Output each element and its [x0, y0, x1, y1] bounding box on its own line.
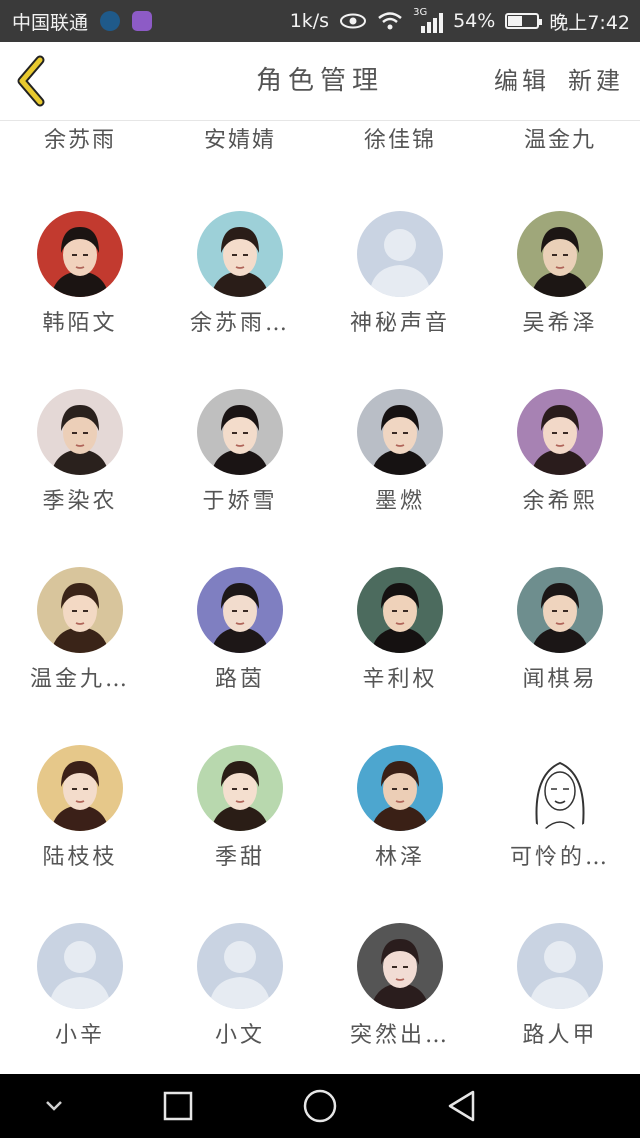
character-avatar[interactable]	[37, 389, 123, 475]
character-name: 墨燃	[374, 489, 425, 514]
character-name: 林泽	[374, 845, 425, 870]
character-avatar[interactable]	[197, 745, 283, 831]
carrier-label: 中国联通	[12, 11, 89, 34]
character-avatar[interactable]	[517, 745, 603, 831]
character-grid[interactable]: 余苏雨 安婧婧 徐佳锦 温金九 韩陌文 余苏雨… 神秘声音 吴希泽季染农 于娇雪 墨燃 余希…	[0, 121, 640, 1074]
character-avatar[interactable]	[357, 923, 443, 1009]
character-name: 季染农	[42, 489, 118, 514]
character-name: 路人甲	[522, 1023, 598, 1048]
battery-icon	[505, 13, 543, 29]
character-name: 辛利权	[362, 667, 438, 692]
character-card[interactable]: 季甜	[160, 745, 320, 923]
network-speed: 1k/s	[289, 10, 330, 32]
character-row: 小辛 小文 突然出… 路人甲	[0, 923, 640, 1074]
character-name: 闻棋易	[522, 667, 598, 692]
character-card[interactable]: 小文	[160, 923, 320, 1074]
character-avatar[interactable]	[357, 567, 443, 653]
character-card[interactable]: 神秘声音	[320, 211, 480, 389]
nav-recents-button[interactable]	[138, 1074, 218, 1138]
character-card[interactable]: 路人甲	[480, 923, 640, 1074]
nav-back-button[interactable]	[422, 1074, 502, 1138]
signal-icon: 3G	[413, 7, 444, 33]
character-card[interactable]: 可怜的…	[480, 745, 640, 923]
character-name: 韩陌文	[42, 311, 118, 336]
eye-comfort-icon	[340, 13, 367, 29]
character-name: 可怜的…	[509, 845, 610, 870]
character-row: 温金九… 路茵 辛利权 闻棋易	[0, 567, 640, 745]
status-bar-left: 中国联通	[12, 0, 153, 42]
character-name: 季甜	[214, 845, 265, 870]
character-name: 吴希泽	[522, 311, 598, 336]
character-name: 神秘声音	[349, 311, 450, 336]
character-row: 季染农 于娇雪 墨燃 余希熙	[0, 389, 640, 567]
character-card[interactable]: 季染农	[0, 389, 160, 567]
character-avatar[interactable]	[517, 567, 603, 653]
character-name: 温金九…	[29, 667, 130, 692]
character-avatar[interactable]	[37, 211, 123, 297]
character-card[interactable]: 余苏雨…	[160, 211, 320, 389]
character-name: 路茵	[214, 667, 265, 692]
character-card[interactable]: 墨燃	[320, 389, 480, 567]
circle-icon	[303, 1089, 337, 1123]
gallery-notification-icon	[132, 11, 153, 31]
notification-app-icon	[100, 11, 121, 31]
default-avatar-icon[interactable]	[517, 923, 603, 1009]
status-bar: 中国联通 1k/s 3G 54% 晚上7:42	[0, 0, 640, 42]
character-card[interactable]: 突然出…	[320, 923, 480, 1074]
edit-button[interactable]: 编辑	[494, 42, 550, 120]
app-header: 角色管理 编辑 新建	[0, 42, 640, 121]
character-card[interactable]: 韩陌文	[0, 211, 160, 389]
character-avatar[interactable]	[357, 389, 443, 475]
character-card[interactable]: 陆枝枝	[0, 745, 160, 923]
character-row: 陆枝枝 季甜 林泽 可怜的…	[0, 745, 640, 923]
character-name: 余希熙	[522, 489, 598, 514]
character-card[interactable]: 于娇雪	[160, 389, 320, 567]
character-card[interactable]: 小辛	[0, 923, 160, 1074]
character-name[interactable]: 安婧婧	[160, 121, 320, 161]
character-rows: 韩陌文 余苏雨… 神秘声音 吴希泽季染农 于娇雪 墨燃 余希熙温金九… 路茵 辛利权 闻棋易陆枝枝…	[0, 211, 640, 1074]
character-card[interactable]: 闻棋易	[480, 567, 640, 745]
character-card[interactable]: 林泽	[320, 745, 480, 923]
character-card[interactable]: 吴希泽	[480, 211, 640, 389]
character-name[interactable]: 徐佳锦	[320, 121, 480, 161]
character-name: 余苏雨…	[189, 311, 290, 336]
chevron-down-icon	[46, 1101, 62, 1111]
character-avatar[interactable]	[517, 389, 603, 475]
character-name: 陆枝枝	[42, 845, 118, 870]
character-avatar[interactable]	[197, 567, 283, 653]
battery-percent: 54%	[453, 10, 496, 32]
character-avatar[interactable]	[37, 567, 123, 653]
character-name: 小辛	[54, 1023, 105, 1048]
partial-row-names: 余苏雨 安婧婧 徐佳锦 温金九	[0, 121, 640, 161]
triangle-back-icon	[448, 1090, 475, 1122]
character-name: 于娇雪	[202, 489, 278, 514]
default-avatar-icon[interactable]	[357, 211, 443, 297]
character-avatar[interactable]	[197, 211, 283, 297]
character-avatar[interactable]	[357, 745, 443, 831]
character-card[interactable]: 温金九…	[0, 567, 160, 745]
character-card[interactable]: 路茵	[160, 567, 320, 745]
character-row: 韩陌文 余苏雨… 神秘声音 吴希泽	[0, 211, 640, 389]
character-avatar[interactable]	[197, 389, 283, 475]
new-button[interactable]: 新建	[568, 42, 624, 120]
default-avatar-icon[interactable]	[197, 923, 283, 1009]
character-avatar[interactable]	[37, 745, 123, 831]
character-card[interactable]: 余希熙	[480, 389, 640, 567]
clock: 晚上7:42	[549, 11, 630, 34]
system-nav-bar	[0, 1074, 640, 1138]
wifi-icon	[378, 12, 402, 30]
character-name[interactable]: 温金九	[480, 121, 640, 161]
status-bar-right: 1k/s 3G 54% 晚上7:42	[290, 0, 630, 42]
character-card[interactable]: 辛利权	[320, 567, 480, 745]
square-icon	[163, 1091, 193, 1121]
character-name: 小文	[214, 1023, 265, 1048]
default-avatar-icon[interactable]	[37, 923, 123, 1009]
character-name[interactable]: 余苏雨	[0, 121, 160, 161]
nav-home-button[interactable]	[280, 1074, 360, 1138]
character-avatar[interactable]	[517, 211, 603, 297]
battery-fill	[508, 16, 523, 26]
nav-collapse-button[interactable]	[14, 1074, 94, 1138]
character-name: 突然出…	[349, 1023, 450, 1048]
